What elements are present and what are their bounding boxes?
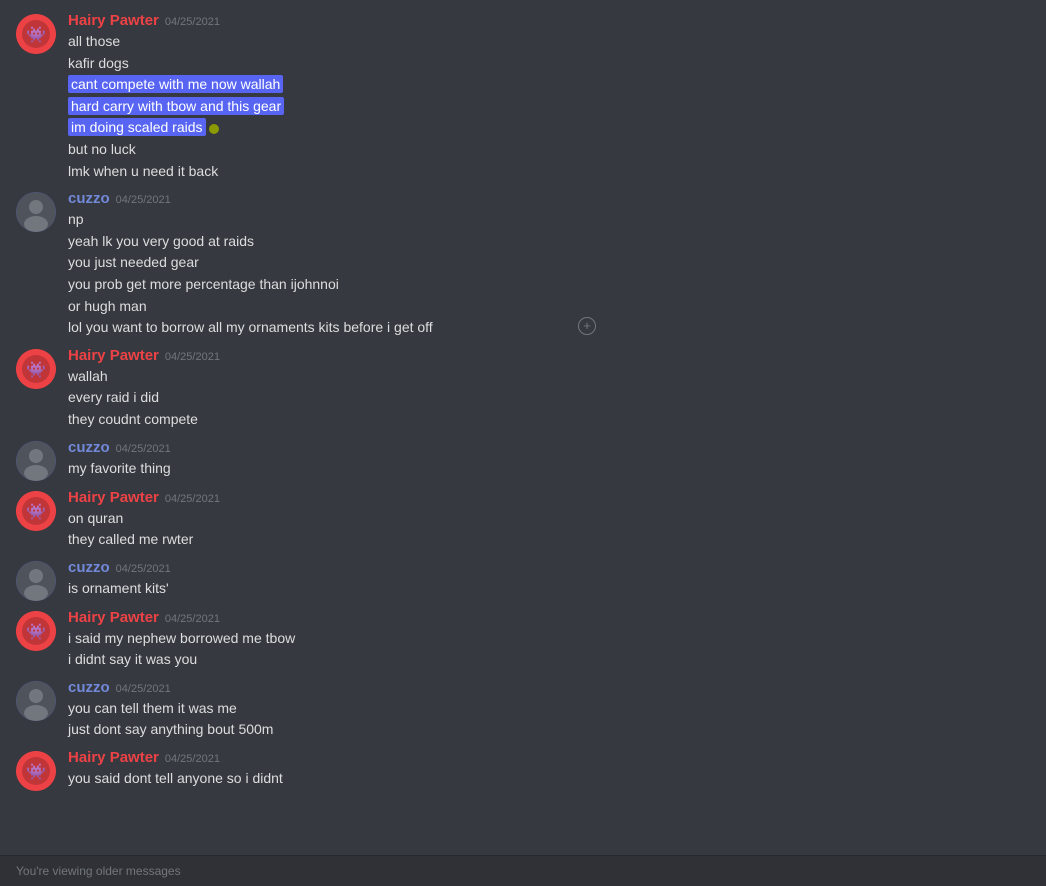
timestamp: 04/25/2021: [116, 563, 171, 575]
message-header: cuzzo 04/25/2021: [68, 679, 1030, 696]
message-line: lol you want to borrow all my ornaments …: [68, 317, 1030, 339]
username[interactable]: cuzzo: [68, 190, 110, 207]
message-line: hard carry with tbow and this gear: [68, 96, 1030, 118]
svg-text:👾: 👾: [26, 361, 46, 379]
message-header: Hairy Pawter 04/25/2021: [68, 749, 1030, 766]
message-content: cuzzo 04/25/2021 you can tell them it was …: [68, 679, 1030, 741]
messages-container[interactable]: 👾 Hairy Pawter 04/25/2021 all thosekafir d…: [0, 0, 1046, 855]
svg-text:👾: 👾: [26, 26, 46, 44]
highlighted-text: cant compete with me now wallah: [68, 75, 283, 93]
timestamp: 04/25/2021: [116, 683, 171, 695]
message-line: but no luck: [68, 139, 1030, 161]
timestamp: 04/25/2021: [165, 753, 220, 765]
timestamp: 04/25/2021: [165, 493, 220, 505]
cursor-dot: [209, 124, 219, 134]
message-line: kafir dogs: [68, 53, 1030, 75]
message-content: cuzzo 04/25/2021 is ornament kits': [68, 559, 1030, 601]
avatar: [16, 561, 56, 601]
username[interactable]: Hairy Pawter: [68, 12, 159, 29]
avatar: 👾: [16, 491, 56, 531]
timestamp: 04/25/2021: [116, 443, 171, 455]
message-group: cuzzo 04/25/2021 npyeah lk you very good a…: [0, 186, 1046, 343]
message-group: 👾 Hairy Pawter 04/25/2021 you said dont te…: [0, 745, 1046, 795]
message-content: Hairy Pawter 04/25/2021 all thosekafir dog…: [68, 12, 1030, 182]
svg-text:👾: 👾: [26, 503, 46, 521]
add-reaction-icon[interactable]: +: [578, 317, 596, 335]
message-content: Hairy Pawter 04/25/2021 wallahevery raid i…: [68, 347, 1030, 431]
svg-text:👾: 👾: [26, 763, 46, 781]
message-line: you prob get more percentage than ijohnn…: [68, 274, 1030, 296]
message-line: np: [68, 209, 1030, 231]
message-group: 👾 Hairy Pawter 04/25/2021 all thosekafir d…: [0, 8, 1046, 186]
timestamp: 04/25/2021: [165, 351, 220, 363]
avatar: 👾: [16, 14, 56, 54]
status-text: You're viewing older messages: [16, 864, 181, 878]
message-group: 👾 Hairy Pawter 04/25/2021 on quranthey cal…: [0, 485, 1046, 555]
message-content: cuzzo 04/25/2021 my favorite thing: [68, 439, 1030, 481]
message-line: all those: [68, 31, 1030, 53]
message-header: cuzzo 04/25/2021: [68, 559, 1030, 576]
timestamp: 04/25/2021: [116, 194, 171, 206]
message-line: yeah lk you very good at raids: [68, 231, 1030, 253]
message-line: you said dont tell anyone so i didnt: [68, 768, 1030, 790]
message-header: Hairy Pawter 04/25/2021: [68, 609, 1030, 626]
message-header: cuzzo 04/25/2021: [68, 439, 1030, 456]
username[interactable]: Hairy Pawter: [68, 347, 159, 364]
message-content: Hairy Pawter 04/25/2021 i said my nephew b…: [68, 609, 1030, 671]
message-header: Hairy Pawter 04/25/2021: [68, 347, 1030, 364]
message-group: 👾 Hairy Pawter 04/25/2021 i said my nephew…: [0, 605, 1046, 675]
username[interactable]: cuzzo: [68, 679, 110, 696]
status-bar: You're viewing older messages: [0, 855, 1046, 886]
message-line: im doing scaled raids: [68, 117, 1030, 139]
message-header: Hairy Pawter 04/25/2021: [68, 489, 1030, 506]
message-group: 👾 Hairy Pawter 04/25/2021 wallahevery raid…: [0, 343, 1046, 435]
username[interactable]: cuzzo: [68, 559, 110, 576]
message-line: you just needed gear: [68, 252, 1030, 274]
svg-text:👾: 👾: [26, 623, 46, 641]
highlighted-text: hard carry with tbow and this gear: [68, 97, 284, 115]
message-content: Hairy Pawter 04/25/2021 you said dont tell…: [68, 749, 1030, 791]
message-line: wallah: [68, 366, 1030, 388]
message-group: cuzzo 04/25/2021 you can tell them it was …: [0, 675, 1046, 745]
message-content: Hairy Pawter 04/25/2021 on quranthey calle…: [68, 489, 1030, 551]
message-line: they called me rwter: [68, 529, 1030, 551]
timestamp: 04/25/2021: [165, 16, 220, 28]
message-line: they coudnt compete: [68, 409, 1030, 431]
timestamp: 04/25/2021: [165, 613, 220, 625]
username[interactable]: cuzzo: [68, 439, 110, 456]
avatar: 👾: [16, 611, 56, 651]
avatar: 👾: [16, 751, 56, 791]
message-header: Hairy Pawter 04/25/2021: [68, 12, 1030, 29]
username[interactable]: Hairy Pawter: [68, 609, 159, 626]
message-group: cuzzo 04/25/2021 is ornament kits': [0, 555, 1046, 605]
username[interactable]: Hairy Pawter: [68, 749, 159, 766]
message-line: every raid i did: [68, 387, 1030, 409]
username[interactable]: Hairy Pawter: [68, 489, 159, 506]
message-group: cuzzo 04/25/2021 my favorite thing: [0, 435, 1046, 485]
message-content: cuzzo 04/25/2021 npyeah lk you very good a…: [68, 190, 1030, 339]
message-line: cant compete with me now wallah: [68, 74, 1030, 96]
message-line: just dont say anything bout 500m: [68, 719, 1030, 741]
message-line: you can tell them it was me: [68, 698, 1030, 720]
message-line: my favorite thing: [68, 458, 1030, 480]
message-line: i said my nephew borrowed me tbow: [68, 628, 1030, 650]
avatar: 👾: [16, 349, 56, 389]
message-header: cuzzo 04/25/2021: [68, 190, 1030, 207]
message-line: or hugh man: [68, 296, 1030, 318]
message-line: lmk when u need it back: [68, 161, 1030, 183]
message-line: is ornament kits': [68, 578, 1030, 600]
highlighted-text: im doing scaled raids: [68, 118, 206, 136]
message-line: i didnt say it was you: [68, 649, 1030, 671]
avatar: [16, 681, 56, 721]
avatar: [16, 441, 56, 481]
message-line: on quran: [68, 508, 1030, 530]
avatar: [16, 192, 56, 232]
